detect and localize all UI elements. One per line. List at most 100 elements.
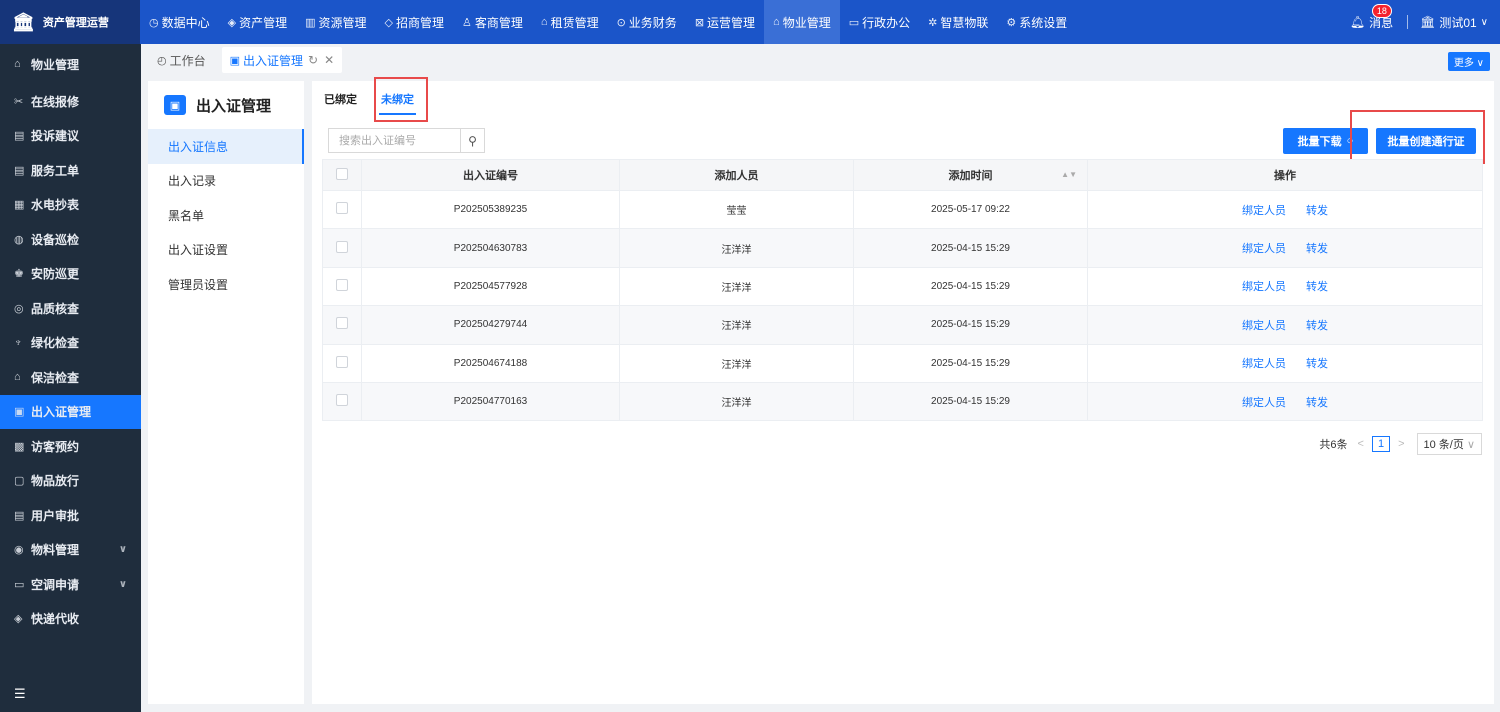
- forward-link[interactable]: 转发: [1306, 358, 1328, 370]
- sidebar-item-parcel[interactable]: ◈ 快递代收: [0, 602, 141, 637]
- submenu-item-pass-info[interactable]: 出入证信息: [148, 129, 304, 164]
- pagination: 共6条 < 1 > 10 条/页 ∨: [1319, 433, 1482, 455]
- header-right: 🔔︎ 消息 18 🏛 测试01 ∨: [1350, 0, 1500, 44]
- table-row: P202504630783 汪洋洋 2025-04-15 15:29 绑定人员 转…: [322, 228, 1483, 268]
- cell-added-time: 2025-04-15 15:29: [853, 381, 1088, 422]
- id-card-icon: ▣: [164, 95, 186, 115]
- top-navigation-bar: 🏛 资产管理运营 ◷ 数据中心 ◈ 资产管理 ▥ 资源管理 ◇ 招商管理 ♙ 客商管理 ⌂…: [0, 0, 1500, 44]
- sidebar-item-visitor-booking[interactable]: ▩ 访客预约: [0, 429, 141, 464]
- forward-link[interactable]: 转发: [1306, 243, 1328, 255]
- topnav-item-settings[interactable]: ⚙ 系统设置: [997, 0, 1076, 44]
- messages-button[interactable]: 🔔︎ 消息 18: [1350, 3, 1393, 31]
- next-page-icon[interactable]: >: [1398, 438, 1404, 450]
- sidebar-item-pass-management[interactable]: ▣ 出入证管理: [0, 394, 141, 429]
- sidebar-item-quality-check[interactable]: ◎ 品质核查: [0, 291, 141, 326]
- sidebar-item-aircon-request[interactable]: ▭ 空调申请 ∨: [0, 567, 141, 602]
- row-checkbox[interactable]: [336, 278, 348, 291]
- forward-link[interactable]: 转发: [1306, 320, 1328, 332]
- cell-added-time: 2025-04-15 15:29: [853, 266, 1088, 307]
- tab-pass-management[interactable]: ▣ 出入证管理 ↻ ✕: [221, 47, 343, 73]
- topnav-item-iot[interactable]: ✲ 智慧物联: [919, 0, 997, 44]
- refresh-icon[interactable]: ↻: [308, 53, 318, 67]
- device-icon: ◍: [14, 233, 24, 246]
- header-added-time[interactable]: 添加时间 ▲▼: [853, 159, 1088, 191]
- bind-person-link[interactable]: 绑定人员: [1242, 281, 1286, 293]
- cell-added-time: 2025-04-15 15:29: [853, 228, 1088, 268]
- table-row: P202504674188 汪洋洋 2025-04-15 15:29 绑定人员 转…: [322, 343, 1483, 383]
- aircon-icon: ▭: [14, 578, 25, 591]
- topnav-item-asset[interactable]: ◈ 资产管理: [219, 0, 296, 44]
- more-tabs-button[interactable]: 更多 ∨: [1447, 52, 1490, 71]
- bind-person-link[interactable]: 绑定人员: [1242, 243, 1286, 255]
- topnav-item-finance[interactable]: ⊙ 业务财务: [608, 0, 686, 44]
- topnav-item-resource[interactable]: ▥ 资源管理: [296, 0, 375, 44]
- forward-link[interactable]: 转发: [1306, 205, 1328, 217]
- page-size-select[interactable]: 10 条/页 ∨: [1416, 433, 1482, 455]
- topnav-item-operations[interactable]: ⊠ 运营管理: [686, 0, 764, 44]
- submenu-item-admin-settings[interactable]: 管理员设置: [148, 267, 304, 302]
- row-checkbox[interactable]: [336, 317, 348, 330]
- approval-icon: ▤: [14, 509, 25, 522]
- row-checkbox[interactable]: [336, 394, 348, 407]
- divider: [1407, 15, 1409, 29]
- page-number[interactable]: 1: [1371, 436, 1391, 452]
- brand[interactable]: 🏛 资产管理运营: [0, 0, 140, 44]
- complaint-icon: ▤: [14, 130, 25, 143]
- sidebar-item-materials[interactable]: ◉ 物料管理 ∨: [0, 533, 141, 568]
- topnav-item-admin-office[interactable]: ▭ 行政办公: [840, 0, 919, 44]
- total-count: 共6条: [1319, 439, 1348, 451]
- topnav-item-leasing[interactable]: ⌂ 租赁管理: [532, 0, 608, 44]
- forward-link[interactable]: 转发: [1306, 281, 1328, 293]
- table-header-row: 出入证编号 添加人员 添加时间 ▲▼ 操作: [322, 159, 1483, 191]
- sidebar-item-goods-release[interactable]: ▢ 物品放行: [0, 464, 141, 499]
- cell-added-by: 汪洋洋: [619, 266, 854, 307]
- plant-icon: ♆: [14, 336, 23, 349]
- topnav-item-merchant[interactable]: ♙ 客商管理: [453, 0, 532, 44]
- collapse-menu-icon[interactable]: ☰: [14, 686, 26, 702]
- sidebar-item-service-ticket[interactable]: ▤ 服务工单: [0, 153, 141, 188]
- submenu-item-blacklist[interactable]: 黑名单: [148, 198, 304, 233]
- iot-icon: ✲: [928, 16, 938, 29]
- sidebar-item-device-inspection[interactable]: ◍ 设备巡检: [0, 222, 141, 257]
- operations-icon: ⊠: [694, 16, 705, 29]
- table-row: P202504279744 汪洋洋 2025-04-15 15:29 绑定人员 转…: [322, 305, 1483, 345]
- header-select-all[interactable]: [322, 159, 362, 191]
- table-row: P202504770163 汪洋洋 2025-04-15 15:29 绑定人员 转…: [322, 381, 1483, 422]
- tab-workbench[interactable]: ◴ 工作台: [149, 47, 214, 73]
- settings-icon: ⚙: [1006, 16, 1017, 29]
- sidebar-item-meter-reading[interactable]: ▦ 水电抄表: [0, 188, 141, 223]
- user-menu[interactable]: 🏛 测试01 ∨: [1420, 14, 1488, 31]
- prev-page-icon[interactable]: <: [1358, 438, 1364, 450]
- submenu-item-pass-settings[interactable]: 出入证设置: [148, 233, 304, 268]
- topnav-item-data-center[interactable]: ◷ 数据中心: [140, 0, 219, 44]
- tab-bound[interactable]: 已绑定: [322, 89, 359, 115]
- sidebar-item-complaints[interactable]: ▤ 投诉建议: [0, 119, 141, 154]
- search-input[interactable]: [329, 129, 460, 152]
- forward-link[interactable]: 转发: [1306, 397, 1328, 409]
- cell-pass-code: P202504630783: [361, 228, 620, 268]
- sidebar-item-online-repair[interactable]: ✂ 在线报修: [0, 84, 141, 119]
- sidebar-item-security-patrol[interactable]: ♚ 安防巡更: [0, 257, 141, 292]
- bind-person-link[interactable]: 绑定人员: [1242, 397, 1286, 409]
- sidebar-item-property-management[interactable]: ⌂ 物业管理: [0, 44, 141, 84]
- sidebar-item-user-approval[interactable]: ▤ 用户审批: [0, 498, 141, 533]
- bind-person-link[interactable]: 绑定人员: [1242, 358, 1286, 370]
- chevron-down-icon: ∨: [1480, 16, 1488, 28]
- cell-added-time: 2025-04-15 15:29: [853, 305, 1088, 345]
- checkbox[interactable]: [336, 167, 348, 180]
- sort-icon[interactable]: ▲▼: [1061, 170, 1077, 179]
- submenu-item-access-records[interactable]: 出入记录: [148, 164, 304, 199]
- row-checkbox[interactable]: [336, 355, 348, 368]
- topnav-item-property[interactable]: ⌂ 物业管理: [764, 0, 840, 44]
- topnav-item-investment[interactable]: ◇ 招商管理: [376, 0, 453, 44]
- sidebar-item-cleaning-check[interactable]: ⌂ 保洁检查: [0, 360, 141, 395]
- search-button[interactable]: ⚲: [460, 129, 484, 152]
- sidebar-item-greening-check[interactable]: ♆ 绿化检查: [0, 326, 141, 361]
- bind-person-link[interactable]: 绑定人员: [1242, 320, 1286, 332]
- brand-name: 资产管理运营: [42, 17, 109, 29]
- close-icon[interactable]: ✕: [324, 53, 334, 67]
- row-checkbox[interactable]: [336, 202, 348, 215]
- bind-person-link[interactable]: 绑定人员: [1242, 205, 1286, 217]
- table-row: P202505389235 莹莹 2025-05-17 09:22 绑定人员 转发: [322, 189, 1483, 230]
- row-checkbox[interactable]: [336, 240, 348, 253]
